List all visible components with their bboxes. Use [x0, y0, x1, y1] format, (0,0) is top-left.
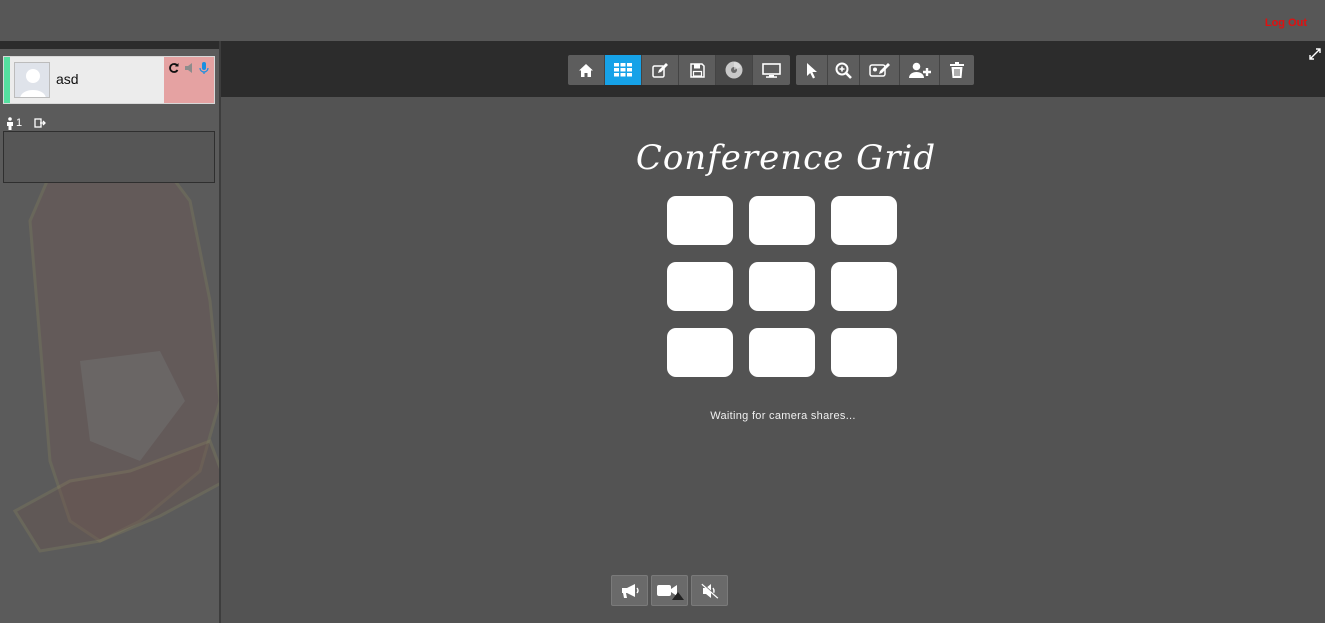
home-icon — [579, 63, 593, 77]
grid-view-button[interactable] — [605, 55, 642, 85]
edit-button[interactable] — [642, 55, 679, 85]
sign-icon — [868, 62, 890, 77]
trash-icon — [950, 62, 964, 78]
refresh-icon[interactable] — [168, 61, 180, 75]
announce-button[interactable] — [611, 575, 648, 606]
zoom-button[interactable] — [828, 55, 860, 85]
grid-slot — [749, 262, 815, 311]
mute-button[interactable] — [691, 575, 728, 606]
pointer-button[interactable] — [796, 55, 828, 85]
camera-icon — [656, 584, 684, 600]
save-icon — [689, 62, 705, 78]
user-card[interactable]: asd — [3, 56, 215, 104]
logout-link[interactable]: Log Out — [1265, 17, 1307, 29]
add-user-button[interactable] — [900, 55, 940, 85]
speaker-icon[interactable] — [183, 61, 195, 75]
participant-stats: 1 — [6, 116, 47, 130]
sidebar: asd 1 — [0, 41, 221, 623]
user-controls — [164, 57, 214, 103]
avatar — [14, 62, 50, 98]
microphone-icon[interactable] — [198, 61, 210, 75]
grid-slot — [667, 328, 733, 377]
media-controls — [611, 575, 728, 606]
exit-icon[interactable] — [34, 118, 47, 128]
save-button[interactable] — [679, 55, 716, 85]
crest-watermark-icon — [12, 141, 219, 553]
trash-button[interactable] — [940, 55, 974, 85]
fullscreen-icon[interactable] — [1309, 48, 1321, 60]
svg-text:Conference Grid: Conference Grid — [636, 138, 936, 178]
camera-button[interactable] — [651, 575, 688, 606]
chat-box[interactable] — [3, 131, 215, 183]
avatar-silhouette-icon — [15, 63, 49, 97]
add-user-icon — [908, 62, 931, 78]
top-bar: Log Out — [0, 0, 1325, 41]
page-title: Conference Grid — [636, 138, 936, 178]
home-button[interactable] — [568, 55, 605, 85]
media-button[interactable] — [716, 55, 753, 85]
person-icon — [7, 116, 13, 130]
conference-grid — [667, 196, 899, 378]
disc-icon — [725, 61, 743, 79]
grid-slot — [831, 262, 897, 311]
monitor-icon — [762, 62, 781, 78]
pointer-icon — [806, 62, 817, 78]
grid-icon — [614, 63, 632, 77]
grid-slot — [749, 328, 815, 377]
megaphone-icon — [621, 583, 639, 598]
zoom-icon — [835, 62, 852, 79]
sign-button[interactable] — [860, 55, 900, 85]
grid-slot — [749, 196, 815, 245]
grid-slot — [831, 328, 897, 377]
participant-count: 1 — [16, 117, 23, 129]
edit-icon — [651, 62, 668, 78]
grid-slot — [667, 262, 733, 311]
status-message: Waiting for camera shares... — [710, 410, 856, 422]
main-toolbar — [568, 55, 790, 85]
annotation-toolbar — [796, 55, 974, 85]
screen-share-button[interactable] — [753, 55, 790, 85]
grid-slot — [667, 196, 733, 245]
grid-slot — [831, 196, 897, 245]
mute-icon — [700, 582, 719, 599]
sidebar-top-strip — [0, 41, 219, 49]
user-name: asd — [56, 71, 79, 87]
